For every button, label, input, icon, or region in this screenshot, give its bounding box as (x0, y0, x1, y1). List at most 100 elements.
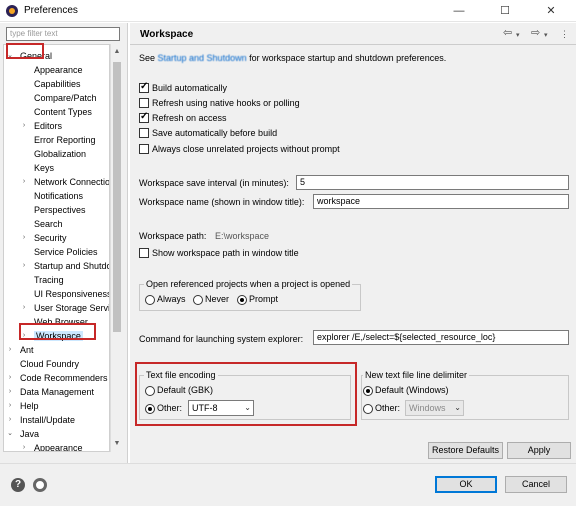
sidebar-item-label: Appearance (34, 443, 83, 452)
maximize-button[interactable]: ☐ (482, 0, 528, 22)
sidebar-item[interactable]: Service Policies (20, 245, 98, 259)
sidebar-item-label: Startup and Shutdown (34, 261, 109, 271)
sidebar-item[interactable]: Keys (20, 161, 54, 175)
explorer-command-input[interactable]: explorer /E,/select=${selected_resource_… (313, 330, 569, 345)
preference-tree[interactable]: ⌄ General Appearance Capabilities Compare/Pa… (3, 44, 110, 452)
sidebar-item-label: Content Types (34, 107, 92, 117)
sidebar-item[interactable]: Error Reporting (20, 133, 96, 147)
back-dropdown-icon[interactable]: ▾ (516, 31, 520, 39)
prompt-radio[interactable] (237, 295, 247, 305)
sidebar-item-label: User Storage Service (34, 303, 110, 313)
sidebar-item[interactable]: › User Storage Service (20, 301, 110, 315)
sidebar-item[interactable]: › Code Recommenders (6, 371, 108, 385)
window-title: Preferences (24, 5, 78, 16)
sidebar-item[interactable]: Capabilities (20, 77, 81, 91)
sidebar-item[interactable]: › Install/Update (6, 413, 75, 427)
always-radio[interactable] (145, 295, 155, 305)
save-interval-input[interactable]: 5 (296, 175, 569, 190)
help-icon[interactable]: ? (11, 478, 25, 492)
sidebar-item[interactable]: Tracing (20, 273, 64, 287)
sidebar-item[interactable]: Cloud Foundry (6, 357, 79, 371)
forward-arrow-icon[interactable]: ⇨ (531, 26, 540, 39)
sidebar-item-label: Keys (34, 163, 55, 173)
chevron-right-icon[interactable]: › (20, 441, 28, 451)
forward-dropdown-icon[interactable]: ▾ (544, 31, 548, 39)
sidebar-item[interactable]: › Security (20, 231, 67, 245)
sidebar-item-label: Cloud Foundry (20, 359, 80, 369)
minimize-button[interactable]: — (436, 0, 482, 22)
sidebar-item[interactable]: › Startup and Shutdown (20, 259, 109, 273)
sidebar-item[interactable]: Search (20, 217, 63, 231)
delimiter-group (361, 375, 569, 420)
tree-scrollbar[interactable]: ▲ ▼ (110, 44, 122, 452)
sidebar-item[interactable]: ⌄ Java (6, 427, 39, 441)
chevron-right-icon[interactable]: › (20, 119, 28, 133)
always-label: Always (157, 294, 186, 304)
chevron-right-icon[interactable]: › (20, 175, 28, 189)
close-button[interactable]: ✕ (528, 0, 574, 22)
restore-defaults-button[interactable]: Restore Defaults (428, 442, 503, 459)
build-automatically-checkbox[interactable] (139, 81, 149, 93)
highlight-general (6, 43, 44, 59)
sidebar-item-label: Network Connections (34, 177, 110, 187)
import-export-icon[interactable] (33, 478, 47, 492)
apply-button[interactable]: Apply (507, 442, 571, 459)
chevron-right-icon[interactable]: › (6, 385, 14, 399)
sidebar-item-label: Notifications (34, 191, 84, 201)
prompt-label: Prompt (249, 294, 279, 304)
chevron-right-icon[interactable]: › (6, 399, 14, 413)
sidebar-item[interactable]: › Network Connections (20, 175, 110, 189)
save-before-build-checkbox[interactable] (139, 128, 149, 138)
never-label: Never (205, 294, 230, 304)
sidebar-item[interactable]: › Editors (20, 119, 62, 133)
chevron-right-icon[interactable]: › (6, 343, 14, 357)
back-arrow-icon[interactable]: ⇦ (503, 26, 512, 39)
sidebar-item[interactable]: UI Responsiveness (20, 287, 109, 301)
sidebar-item-label: Compare/Patch (34, 93, 97, 103)
sidebar-item[interactable]: Notifications (20, 189, 83, 203)
chevron-right-icon[interactable]: › (20, 231, 28, 245)
chevron-right-icon[interactable]: › (20, 301, 28, 315)
eclipse-app-icon (6, 5, 18, 17)
delimiter-other-radio[interactable] (363, 404, 373, 414)
chevron-right-icon[interactable]: › (6, 371, 14, 385)
cancel-button[interactable]: Cancel (505, 476, 567, 493)
ok-button[interactable]: OK (435, 476, 497, 493)
sidebar-item[interactable]: Compare/Patch (20, 91, 97, 105)
startup-shutdown-link[interactable]: Startup and Shutdown (158, 53, 247, 63)
refresh-on-access-checkbox[interactable] (139, 111, 149, 123)
sidebar-item-label: Globalization (34, 149, 87, 159)
scroll-down-icon[interactable]: ▼ (111, 438, 123, 450)
filter-input[interactable]: type filter text (6, 27, 120, 41)
build-automatically-label: Build automatically (152, 83, 228, 93)
chevron-right-icon[interactable]: › (6, 413, 14, 427)
workspace-name-input[interactable]: workspace (313, 194, 569, 209)
close-unrelated-checkbox[interactable] (139, 144, 149, 154)
sidebar-item[interactable]: Perspectives (20, 203, 86, 217)
sidebar-item[interactable]: › Appearance (20, 441, 83, 452)
sidebar-item-label: Service Policies (34, 247, 98, 257)
sidebar-item[interactable]: Content Types (20, 105, 92, 119)
show-path-checkbox[interactable] (139, 248, 149, 258)
delimiter-combo[interactable]: Windows ⌄ (405, 400, 464, 416)
sidebar-item[interactable]: Appearance (20, 63, 83, 77)
view-menu-icon[interactable]: ⋮ (560, 29, 569, 40)
sidebar-item-label: Code Recommenders (20, 373, 108, 383)
scroll-up-icon[interactable]: ▲ (111, 46, 123, 58)
sidebar-item[interactable]: › Ant (6, 343, 34, 357)
sidebar-item[interactable]: Globalization (20, 147, 86, 161)
scroll-thumb[interactable] (113, 62, 121, 332)
workspace-path-label: Workspace path: (139, 231, 207, 241)
chevron-right-icon[interactable]: › (20, 259, 28, 273)
sidebar-item[interactable]: › Help (6, 399, 39, 413)
never-radio[interactable] (193, 295, 203, 305)
refresh-native-checkbox[interactable] (139, 98, 149, 108)
workspace-name-label: Workspace name (shown in window title): (139, 197, 305, 207)
workspace-path-value: E:\workspace (215, 231, 270, 241)
sidebar-item[interactable]: › Data Management (6, 385, 94, 399)
delimiter-default-radio[interactable] (363, 386, 373, 396)
highlight-encoding (135, 362, 357, 426)
sidebar-item-label: Capabilities (34, 79, 81, 89)
chevron-down-icon[interactable]: ⌄ (6, 427, 14, 441)
sidebar-item-label: Search (34, 219, 63, 229)
